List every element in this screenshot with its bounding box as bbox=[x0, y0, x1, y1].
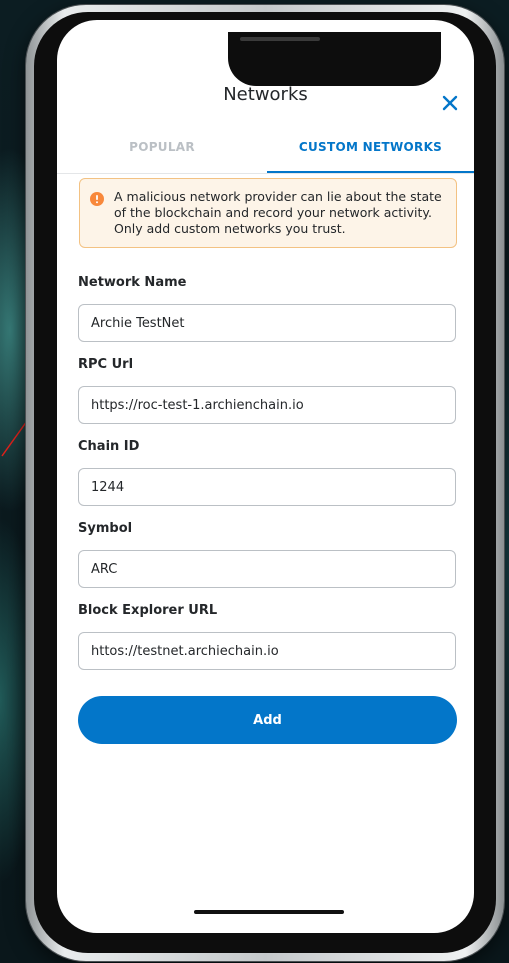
home-indicator bbox=[194, 910, 344, 914]
tab-custom-networks[interactable]: CUSTOM NETWORKS bbox=[267, 120, 474, 174]
chain-id-label: Chain ID bbox=[78, 439, 140, 454]
phone-speaker bbox=[240, 37, 320, 41]
tabs-divider bbox=[57, 173, 474, 174]
symbol-input[interactable] bbox=[78, 550, 456, 588]
phone-screen: Networks POPULAR CUSTOM NETWORKS A malic… bbox=[57, 20, 474, 933]
warning-banner: A malicious network provider can lie abo… bbox=[79, 178, 457, 248]
network-tabs: POPULAR CUSTOM NETWORKS bbox=[57, 120, 474, 174]
exclamation-circle-icon bbox=[90, 192, 104, 206]
warning-text: A malicious network provider can lie abo… bbox=[114, 189, 442, 236]
block-explorer-url-input[interactable] bbox=[78, 632, 456, 670]
network-name-input[interactable] bbox=[78, 304, 456, 342]
block-explorer-url-label: Block Explorer URL bbox=[78, 603, 218, 618]
add-button[interactable]: Add bbox=[78, 696, 457, 744]
close-icon bbox=[442, 95, 458, 111]
rpc-url-input[interactable] bbox=[78, 386, 456, 424]
symbol-label: Symbol bbox=[78, 521, 133, 536]
page-title: Networks bbox=[223, 84, 308, 105]
network-name-label: Network Name bbox=[78, 275, 187, 290]
tab-popular[interactable]: POPULAR bbox=[57, 120, 267, 174]
rpc-url-label: RPC Url bbox=[78, 357, 134, 372]
close-button[interactable] bbox=[437, 90, 463, 116]
chain-id-input[interactable] bbox=[78, 468, 456, 506]
